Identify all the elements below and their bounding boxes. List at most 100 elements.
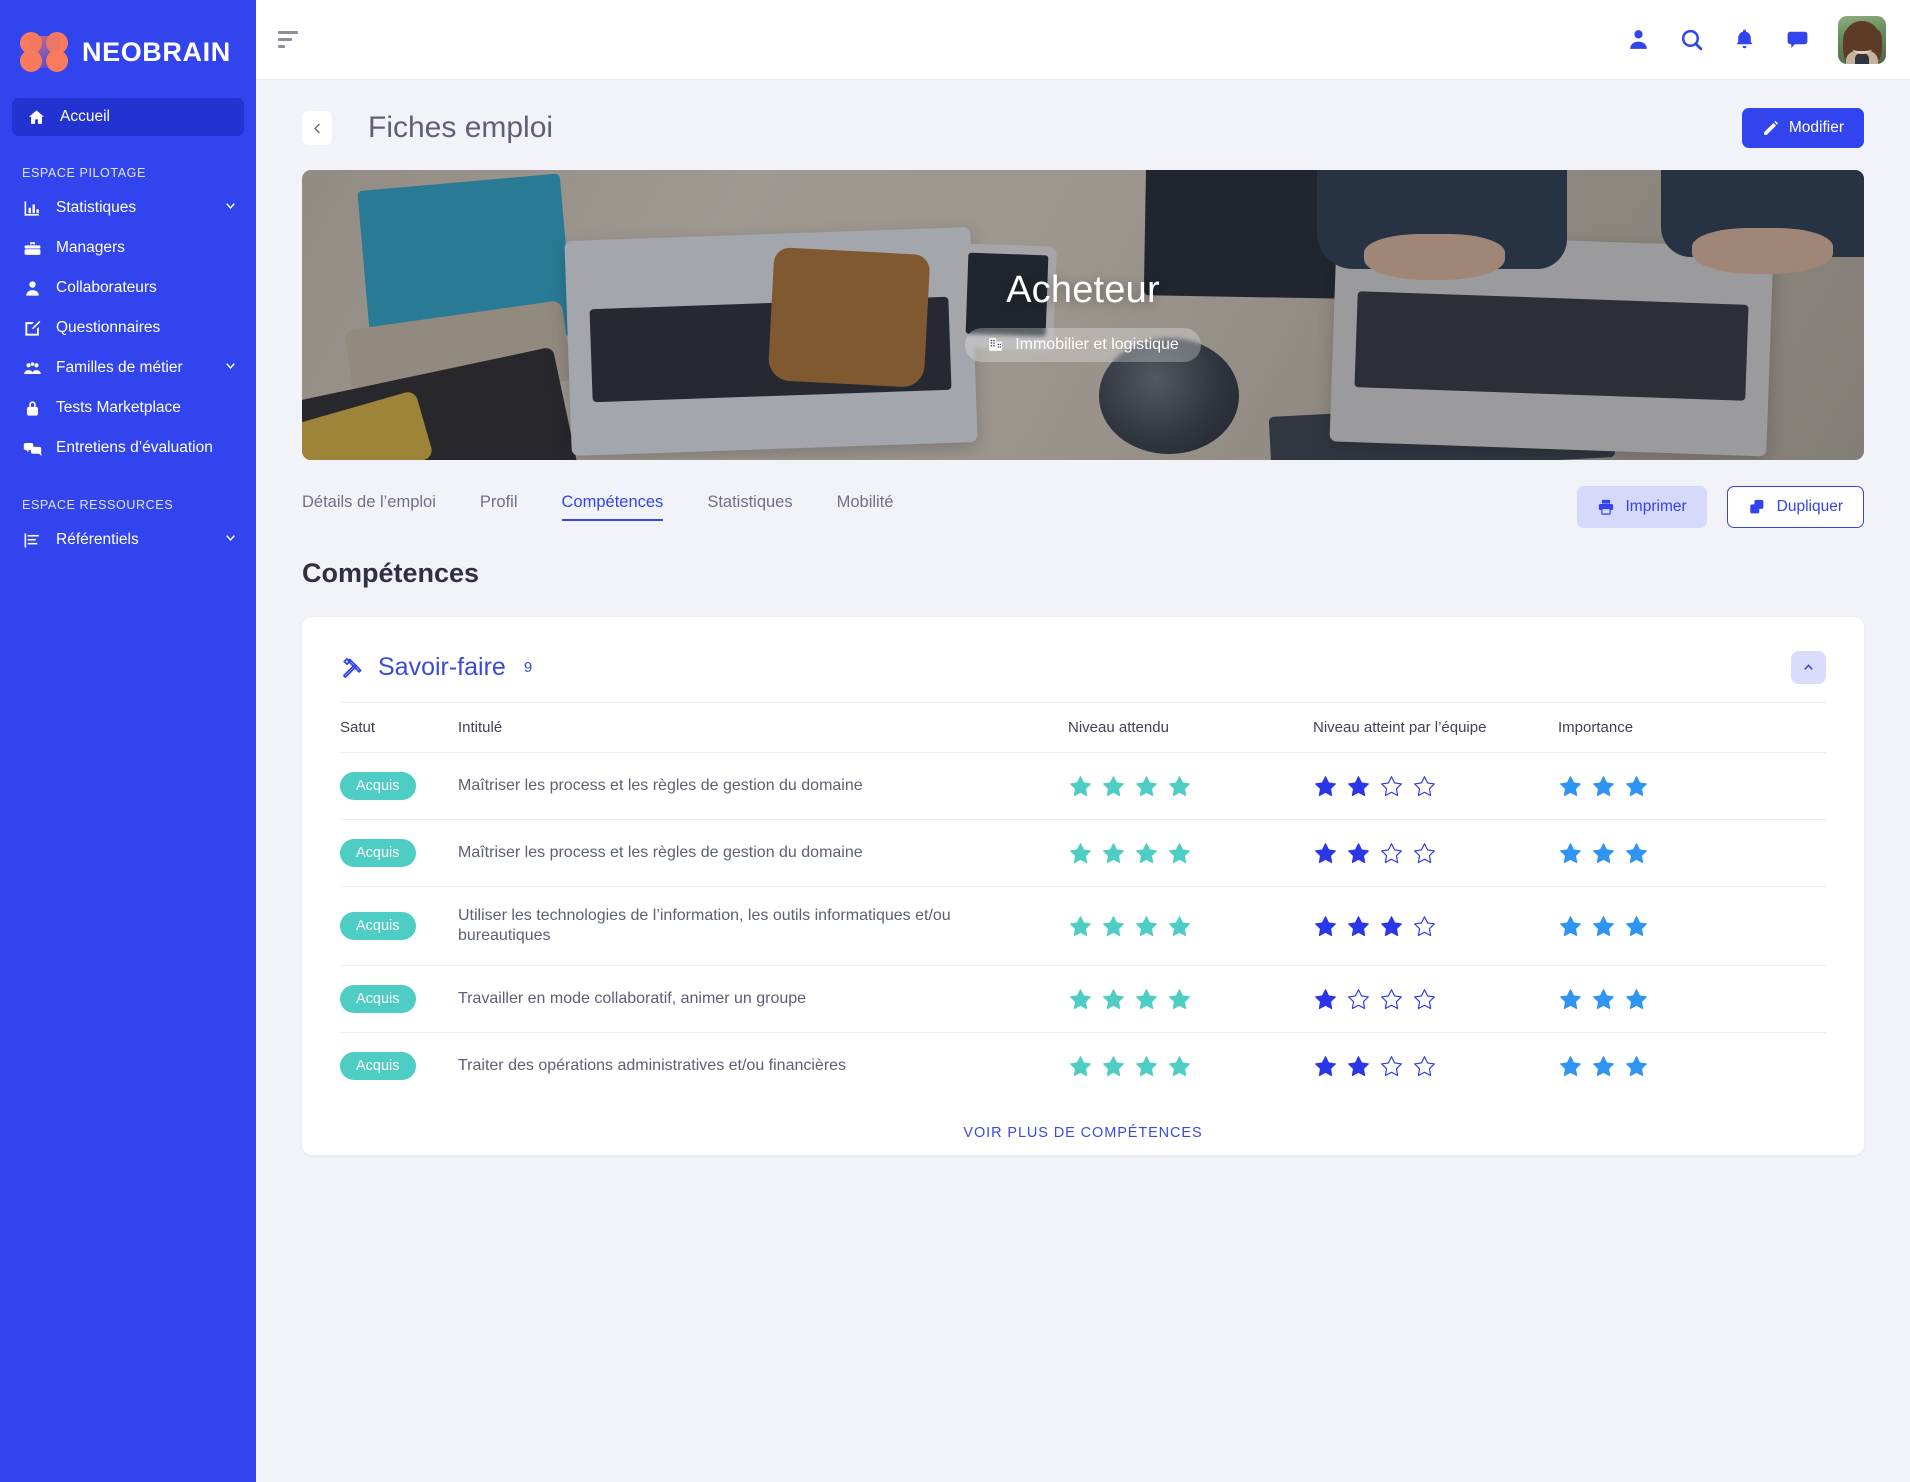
status-badge: Acquis: [340, 985, 416, 1013]
edit-button-label: Modifier: [1788, 119, 1844, 136]
expected-star-filled: [1070, 1055, 1091, 1076]
back-button[interactable]: [302, 111, 332, 145]
sidebar-item-familles-de-metier[interactable]: Familles de métier: [0, 348, 256, 388]
person-icon[interactable]: [1626, 27, 1651, 52]
duplicate-button[interactable]: Dupliquer: [1726, 486, 1864, 528]
brand[interactable]: NEOBRAIN: [0, 0, 256, 82]
tab-statistiques[interactable]: Statistiques: [707, 493, 792, 521]
competence-label: Maîtriser les process et les règles de g…: [458, 777, 863, 794]
sidebar-item-tests-marketplace[interactable]: Tests Marketplace: [0, 388, 256, 428]
row-title-cell: Travailler en mode collaboratif, animer …: [458, 965, 1068, 1033]
tab-actions: Imprimer Dupliquer: [1576, 486, 1864, 528]
table-row[interactable]: Acquis Maîtriser les process et les règle…: [340, 819, 1826, 887]
sidebar-item-label: Accueil: [60, 108, 110, 125]
importance-star-filled: [1593, 775, 1614, 796]
achieved-star-empty: [1381, 842, 1402, 863]
sidebar-item-questionnaires[interactable]: Questionnaires: [0, 308, 256, 348]
expected-star-rating: [1068, 841, 1313, 866]
sidebar-item-label: Familles de métier: [56, 359, 183, 376]
tab-profil[interactable]: Profil: [480, 493, 518, 521]
row-expected-cell: [1068, 886, 1313, 966]
job-family-label: Immobilier et logistique: [1015, 335, 1179, 353]
table-row[interactable]: Acquis Maîtriser les process et les règle…: [340, 752, 1826, 820]
expected-star-rating: [1068, 987, 1313, 1012]
sidebar-item-entretiens-evaluation[interactable]: Entretiens d’évaluation: [0, 428, 256, 468]
competence-label: Maîtriser les process et les règles de g…: [458, 844, 863, 861]
tabs-row: Détails de l’emploi Profil Compétences S…: [256, 460, 1910, 528]
achieved-star-empty: [1348, 988, 1369, 1009]
sidebar-item-managers[interactable]: Managers: [0, 228, 256, 268]
edit-button[interactable]: Modifier: [1741, 108, 1864, 148]
tab-list: Détails de l’emploi Profil Compétences S…: [302, 493, 893, 521]
achieved-star-empty: [1414, 775, 1435, 796]
importance-star-rating: [1558, 841, 1826, 866]
table-row[interactable]: Acquis Traiter des opérations administrat…: [340, 1032, 1826, 1099]
sidebar-item-label: Entretiens d’évaluation: [56, 439, 213, 456]
section-heading: Compétences: [302, 558, 480, 588]
search-icon[interactable]: [1679, 27, 1704, 52]
collapse-button[interactable]: [1791, 651, 1826, 684]
tab-mobilite[interactable]: Mobilité: [837, 493, 894, 521]
status-badge: Acquis: [340, 912, 416, 940]
expected-star-filled: [1070, 915, 1091, 936]
job-hero-banner: Acheteur Immobilier et logistique: [302, 170, 1864, 460]
crossed-tools-icon: [340, 656, 364, 680]
row-status-cell: Acquis: [340, 886, 458, 966]
page-title: Fiches emploi: [368, 111, 554, 144]
expected-star-filled: [1169, 775, 1190, 796]
see-more-button[interactable]: VOIR PLUS DE COMPÉTENCES: [340, 1099, 1826, 1145]
tab-details-emploi[interactable]: Détails de l’emploi: [302, 493, 436, 521]
chevron-up-icon: [1804, 664, 1813, 670]
tab-competences[interactable]: Compétences: [561, 493, 664, 521]
importance-star-filled: [1560, 988, 1581, 1009]
row-achieved-cell: [1313, 886, 1558, 966]
main-area: Fiches emploi Modifier Acheteur Immobili…: [256, 0, 1910, 1482]
row-title-cell: Maîtriser les process et les règles de g…: [458, 752, 1068, 820]
table-row[interactable]: Acquis Travailler en mode collaboratif, a…: [340, 965, 1826, 1033]
importance-star-filled: [1626, 775, 1647, 796]
achieved-star-filled: [1348, 1055, 1369, 1076]
status-badge: Acquis: [340, 772, 416, 800]
expected-star-filled: [1136, 988, 1157, 1009]
sidebar-item-label: Questionnaires: [56, 319, 161, 336]
chevron-down-icon[interactable]: [223, 530, 238, 550]
sidebar-item-referentiels[interactable]: Référentiels: [0, 520, 256, 560]
table-row[interactable]: Acquis Utiliser les technologies de l’inf…: [340, 886, 1826, 966]
sidebar-item-accueil[interactable]: Accueil: [12, 98, 244, 136]
importance-star-filled: [1593, 1055, 1614, 1076]
edit-square-icon: [22, 318, 42, 338]
sort-lines-icon[interactable]: [278, 30, 304, 50]
achieved-star-filled: [1381, 915, 1402, 936]
importance-star-filled: [1560, 915, 1581, 936]
expected-star-filled: [1103, 842, 1124, 863]
importance-star-filled: [1626, 988, 1647, 1009]
importance-star-rating: [1558, 774, 1826, 799]
briefcase-icon: [22, 238, 42, 258]
sidebar-item-label: Statistiques: [56, 199, 137, 216]
achieved-star-empty: [1381, 1055, 1402, 1076]
importance-star-filled: [1560, 1055, 1581, 1076]
sidebar-item-collaborateurs[interactable]: Collaborateurs: [0, 268, 256, 308]
expected-star-rating: [1068, 774, 1313, 799]
bell-icon[interactable]: [1732, 27, 1757, 52]
person-icon: [22, 278, 42, 298]
print-button-label: Imprimer: [1625, 498, 1687, 515]
row-achieved-cell: [1313, 965, 1558, 1033]
achieved-star-rating: [1313, 1054, 1558, 1079]
avatar[interactable]: [1838, 15, 1886, 64]
importance-star-rating: [1558, 914, 1826, 939]
sidebar-section-ressources-label: ESPACE RESSOURCES: [22, 498, 174, 512]
column-header-importance: Importance: [1558, 702, 1826, 753]
chevron-down-icon[interactable]: [223, 358, 238, 378]
sidebar-item-label: Tests Marketplace: [56, 399, 181, 416]
competence-label: Travailler en mode collaboratif, animer …: [458, 990, 807, 1007]
chevron-down-icon[interactable]: [223, 198, 238, 218]
sidebar-section-pilotage-label: ESPACE PILOTAGE: [22, 166, 146, 180]
chat-icon[interactable]: [1785, 27, 1810, 52]
row-expected-cell: [1068, 965, 1313, 1033]
sidebar-item-statistiques[interactable]: Statistiques: [0, 188, 256, 228]
column-header-niveau-atteint: Niveau atteint par l’équipe: [1313, 702, 1558, 753]
card-header: Savoir-faire 9: [340, 645, 1826, 702]
importance-star-filled: [1593, 842, 1614, 863]
print-button[interactable]: Imprimer: [1576, 486, 1707, 528]
